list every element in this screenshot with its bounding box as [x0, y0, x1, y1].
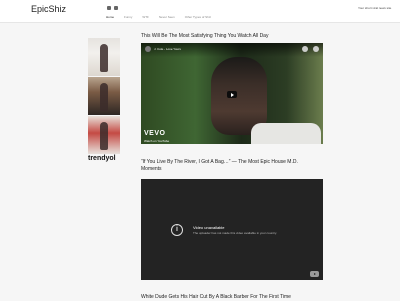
model-figure — [100, 44, 108, 72]
video-actions — [302, 46, 319, 52]
youtube-icon[interactable] — [310, 271, 319, 277]
nav-funny[interactable]: Funny — [124, 15, 132, 19]
channel-avatar-icon[interactable] — [145, 46, 151, 52]
ad-brand[interactable]: trendyol — [88, 155, 122, 162]
ad-image-1[interactable] — [88, 38, 120, 76]
video-player-2[interactable]: i Video unavailable The uploader has not… — [141, 179, 323, 280]
vevo-logo: VEVO — [144, 130, 166, 137]
model-figure — [100, 83, 108, 111]
nav-never-seen[interactable]: Never Seen — [159, 15, 175, 19]
site-tagline: Your short viral news site — [358, 6, 392, 10]
video-unavailable-title: Video unavailable — [193, 225, 225, 230]
video-overlay-title[interactable]: J. Cole - Love Yours — [154, 47, 181, 51]
ad-image-2[interactable] — [88, 77, 120, 115]
nav-other-types[interactable]: Other Types of Shiz — [185, 15, 211, 19]
shirt-shape — [251, 123, 321, 144]
model-figure — [100, 122, 108, 150]
facebook-icon[interactable] — [107, 6, 111, 10]
info-icon: i — [171, 224, 183, 236]
post-title-2-line2[interactable]: Moments — [141, 166, 162, 173]
watch-on-youtube-link[interactable]: Watch on YouTube — [144, 139, 169, 143]
play-icon[interactable] — [227, 91, 237, 98]
watch-later-icon[interactable] — [302, 46, 308, 52]
ad-image-3[interactable] — [88, 116, 120, 154]
site-header: EpicShiz Your short viral news site Home… — [0, 0, 400, 23]
instagram-icon[interactable] — [114, 6, 118, 10]
nav-wtf[interactable]: WTF — [142, 15, 149, 19]
video-player-1[interactable]: J. Cole - Love Yours VEVO Watch on YouTu… — [141, 43, 323, 144]
main-nav: Home Funny WTF Never Seen Other Types of… — [106, 15, 211, 19]
social-links — [107, 6, 118, 10]
nav-home[interactable]: Home — [106, 15, 114, 19]
share-icon[interactable] — [313, 46, 319, 52]
sidebar-ad[interactable]: trendyol — [88, 38, 122, 162]
video-unavailable-message: The uploader has not made this video ava… — [193, 231, 277, 235]
post-title-2-line1[interactable]: “If You Live By The River, I Got A Bag…”… — [141, 159, 298, 166]
post-title-1[interactable]: This Will Be The Most Satisfying Thing Y… — [141, 33, 268, 40]
site-logo[interactable]: EpicShiz — [31, 4, 66, 14]
